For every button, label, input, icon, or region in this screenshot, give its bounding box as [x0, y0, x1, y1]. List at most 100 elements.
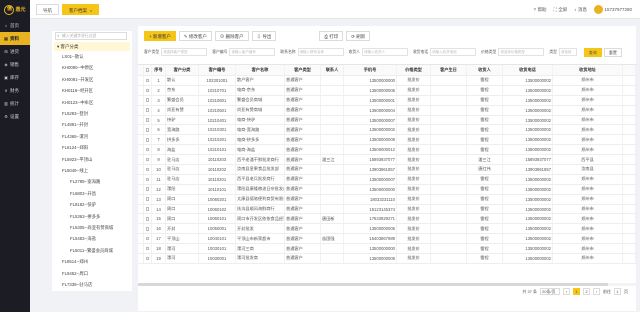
help-button[interactable]: ? 帮助	[534, 7, 547, 13]
checkbox[interactable]	[145, 68, 150, 72]
column-header[interactable]: 客户编号	[199, 65, 236, 75]
next-page-button[interactable]: ›	[593, 288, 600, 295]
goto-page-input[interactable]: 1	[614, 288, 621, 295]
checkbox[interactable]	[145, 207, 150, 211]
column-header[interactable]: 价格类型	[397, 65, 431, 75]
checkbox[interactable]	[145, 128, 150, 132]
column-header[interactable]: 联系人	[321, 65, 344, 75]
filter-input[interactable]: 请输入联系名称	[297, 48, 344, 56]
row-checkbox[interactable]	[144, 135, 152, 145]
sidebar-item-7[interactable]: ⚙ 设置	[0, 110, 30, 123]
scrollbar-thumb[interactable]	[138, 283, 608, 286]
row-checkbox[interactable]	[144, 125, 152, 135]
column-header[interactable]: 客户分类	[166, 65, 199, 75]
fullscreen-button[interactable]: ⛶ 全屏	[554, 7, 568, 13]
export-button[interactable]: ⇩ 导出	[251, 31, 277, 41]
tree-node[interactable]: FL6803--开昌	[70, 190, 96, 198]
sidebar-item-1[interactable]: ▤ 资料	[0, 32, 30, 45]
tree-search-input[interactable]: ⌕ 输入关键字进行过滤	[55, 32, 127, 40]
table-row[interactable]: 9 驻马店 10110203 西平老潘干鲜批发商行 普通客户 潘三江 15893937077…	[138, 155, 636, 166]
sidebar-item-2[interactable]: ⊞ 进货	[0, 45, 30, 58]
table-row[interactable]: 11 驻马店 10110201 西平县老兵批发商行 普通客户 13500000007 批发价…	[138, 174, 636, 185]
checkbox[interactable]	[145, 227, 150, 231]
tree-node[interactable]: FL8182--快驴	[70, 201, 96, 209]
checkbox[interactable]	[145, 78, 150, 83]
table-row[interactable]: 14 周口 10060102 扶沟县顺风海鲜商行 普通客户 15123145374 批发价 雷…	[138, 204, 636, 215]
checkbox[interactable]	[145, 197, 150, 201]
table-row[interactable]: 2 京东 10210701 电商-京东 普通客户 13500000006 批发价 雷程 1350…	[138, 85, 636, 96]
tab-1[interactable]: 客户档案 ×	[62, 4, 100, 15]
table-row[interactable]: 16 开封 10050001 开封批发 普通客户 13500000006 批发价 雷程 1350…	[138, 224, 636, 235]
row-checkbox[interactable]	[144, 155, 152, 165]
table-row[interactable]: 6 宽海路 10210301 电商-宽海路 普通客户 13500000002 批发价 雷程 13…	[138, 125, 636, 136]
column-header[interactable]: 序号	[152, 65, 166, 75]
checkbox[interactable]	[145, 167, 150, 172]
reset-button[interactable]: 重置	[603, 47, 622, 57]
checkbox[interactable]	[145, 157, 150, 162]
sidebar-item-4[interactable]: ▣ 库存	[0, 71, 30, 84]
row-checkbox[interactable]	[144, 214, 152, 224]
filter-input[interactable]: 请输入收货电话	[430, 48, 477, 56]
tree-node[interactable]: FL4891--开封	[62, 121, 88, 129]
row-checkbox[interactable]	[144, 174, 152, 184]
table-row[interactable]: 7 拼多多 10210201 电商-拼多多 普通客户 13500000009 批发价 雷程 13…	[138, 135, 636, 146]
tree-node[interactable]: FL5483--海盐	[70, 235, 96, 243]
column-header[interactable]: 收货地址	[553, 65, 623, 75]
checkbox[interactable]	[145, 147, 150, 152]
table-row[interactable]: 3 繁盛会员 10210601 繁盛会员商城 普通客户 13500000001 批发价 雷程 1…	[138, 95, 636, 106]
add-customer-button[interactable]: + 新增客户	[144, 31, 176, 41]
tree-node[interactable]: FL5305--尚亚有赞商城	[70, 224, 113, 232]
tree-node[interactable]: FL5049--线上	[62, 167, 88, 175]
checkbox[interactable]	[145, 118, 150, 122]
tree-node[interactable]: FL7339--驻马店	[62, 281, 92, 289]
tree-node[interactable]: LS01--散认	[62, 53, 84, 61]
table-row[interactable]: 15周口10060101周口市开发区依依食品经营部普通客户唐田新17633929…	[138, 214, 636, 225]
filter-input[interactable]: 请选择价格类型	[498, 48, 545, 56]
tree-node[interactable]: FL5011--繁盛会员商城	[70, 247, 113, 255]
row-checkbox[interactable]	[144, 224, 152, 234]
tree-node[interactable]: FL5363--拼多多	[70, 213, 100, 221]
checkbox[interactable]	[145, 138, 150, 142]
checkbox[interactable]	[145, 236, 150, 241]
table-row[interactable]: 10 驻马店 10110202 汝南县皇果食品批发部 普通客户 13903961857 批发…	[138, 165, 636, 175]
tree-node[interactable]: FL6124--郑阳	[62, 144, 88, 152]
column-header[interactable]: 客户名称	[236, 65, 285, 75]
horizontal-scrollbar[interactable]	[138, 283, 636, 286]
tree-node[interactable]: FL2789--宽海路	[70, 178, 100, 186]
user-menu[interactable]: 15737977280	[593, 5, 632, 14]
row-checkbox[interactable]	[144, 184, 152, 194]
close-icon[interactable]: ×	[90, 8, 92, 13]
row-checkbox[interactable]	[144, 165, 152, 174]
refresh-button[interactable]: ⟳ 刷新	[346, 31, 371, 41]
messages-button[interactable]: ♪ 消息	[574, 7, 587, 13]
page-button-2[interactable]: 2	[583, 288, 590, 295]
column-header[interactable]: 手机号	[344, 65, 397, 75]
select-all-checkbox[interactable]	[144, 65, 152, 75]
filter-input[interactable]: 请输入收货人	[361, 48, 408, 56]
tree-node[interactable]: KH0118--经开区	[62, 87, 93, 95]
tree-node[interactable]: FL9452--周口	[62, 270, 88, 278]
table-row[interactable]: 12漯阳10110101漯阳县康隆粮油日杂批发商行普通客户 13500000000…	[138, 184, 636, 195]
checkbox[interactable]	[145, 217, 150, 221]
table-row[interactable]: 5 快驴 10210401 电商-快驴 普通客户 13500000007 批发价 雷程 1350…	[138, 115, 636, 126]
prev-page-button[interactable]: ‹	[563, 288, 570, 295]
delete-customer-button[interactable]: ⊘ 删除客户	[214, 31, 249, 41]
row-checkbox[interactable]	[144, 145, 152, 155]
tree-node[interactable]: KH0091--开发区	[62, 76, 93, 84]
column-header[interactable]: 收货人	[467, 65, 503, 75]
print-button[interactable]: ⎙ 打印	[319, 31, 344, 41]
sidebar-item-0[interactable]: ⌂ 首页	[0, 19, 30, 32]
filter-input[interactable]: 请选择客户类型	[161, 48, 208, 56]
table-row[interactable]: 8 海盐 10210101 电商-海盐 普通客户 13500000012 批发价 雷程 1350…	[138, 145, 636, 156]
filter-input[interactable]: 请选择	[558, 48, 577, 56]
sidebar-item-5[interactable]: ¥ 财务	[0, 84, 30, 97]
table-row[interactable]: 4 尚亚有赞 10210501 尚亚有赞商城 普通客户 13500000004 批发价 雷程 1…	[138, 105, 636, 116]
checkbox[interactable]	[145, 88, 150, 93]
row-checkbox[interactable]	[144, 244, 152, 254]
tree-node[interactable]: KH0123--中牟区	[62, 99, 93, 107]
tree-node[interactable]: KH0090--中原区	[62, 64, 93, 72]
row-checkbox[interactable]	[144, 105, 152, 115]
tab-0[interactable]: 导航	[36, 4, 59, 15]
column-header[interactable]: 客户生日	[431, 65, 467, 75]
row-checkbox[interactable]	[144, 115, 152, 125]
